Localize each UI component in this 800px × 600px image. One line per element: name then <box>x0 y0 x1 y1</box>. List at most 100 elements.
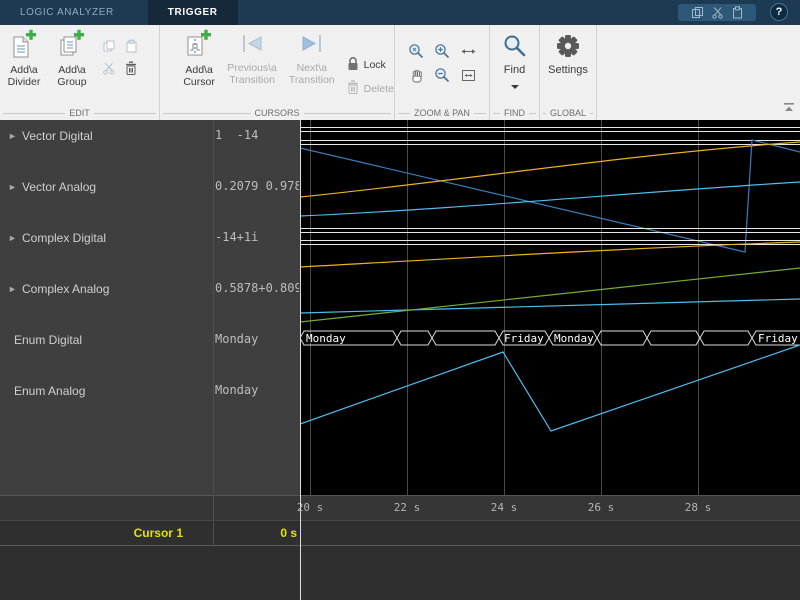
plot-canvas[interactable]: Monday Friday Monday Friday <box>300 120 800 495</box>
button-label: Delete <box>364 83 394 95</box>
copy-icon[interactable] <box>691 6 704 19</box>
channel-name: Enum Analog <box>14 384 85 398</box>
add-group-button[interactable]: Add\aGroup <box>48 29 96 88</box>
plot-left-edge[interactable] <box>300 120 301 600</box>
find-icon <box>502 46 528 63</box>
channel-name: Complex Analog <box>22 282 109 296</box>
titlebar: LOGIC ANALYZER TRIGGER ? <box>0 0 800 26</box>
svg-text:Friday: Friday <box>504 332 544 345</box>
trace-ramp-blue <box>300 140 800 252</box>
time-axis: 20 s 22 s 24 s 26 s 28 s <box>0 495 800 520</box>
trace-complex-analog-3 <box>300 268 800 322</box>
quick-access-toolbar <box>678 4 756 21</box>
channel-value: -14+1i <box>215 230 299 246</box>
expander-icon[interactable]: ► <box>8 233 18 243</box>
find-button[interactable]: Find <box>490 25 539 94</box>
time-tick-label: 22 s <box>387 501 427 514</box>
button-label: Lock <box>364 59 386 71</box>
trace-complex-analog-2 <box>300 299 800 313</box>
tab-logic-analyzer[interactable]: LOGIC ANALYZER <box>4 0 130 25</box>
channel-row-enum-digital[interactable]: Enum Digital <box>8 332 82 348</box>
time-tick-label: 28 s <box>678 501 718 514</box>
time-tick-label: 26 s <box>581 501 621 514</box>
channel-name: Enum Digital <box>14 333 82 347</box>
channel-row-vector-analog[interactable]: ► Vector Analog <box>8 179 96 195</box>
button-label: Previous\aTransition <box>222 62 282 86</box>
find-section: Find FIND <box>490 25 540 120</box>
add-cursor-button[interactable]: Add\aCursor <box>176 29 222 88</box>
time-tick-label: 20 s <box>290 501 330 514</box>
previous-transition-icon <box>237 29 267 61</box>
svg-text:Friday: Friday <box>758 332 798 345</box>
cut-icon[interactable] <box>711 6 724 19</box>
channel-name: Vector Analog <box>22 180 96 194</box>
fit-view-button[interactable] <box>455 63 481 87</box>
trace-complex-digital <box>300 229 800 245</box>
waveform-plot[interactable]: Monday Friday Monday Friday <box>300 120 800 495</box>
zoom-x-button[interactable] <box>403 39 429 63</box>
expander-icon[interactable]: ► <box>8 284 18 294</box>
button-label: Add\aGroup <box>48 64 96 88</box>
channel-row-complex-analog[interactable]: ► Complex Analog <box>8 281 109 297</box>
channel-value: Monday <box>215 383 299 399</box>
channel-row-complex-digital[interactable]: ►Complex Digital <box>8 230 106 246</box>
find-section-label: FIND <box>493 108 536 118</box>
channel-name: Vector Digital <box>22 129 93 143</box>
trace-vector-digital <box>300 128 800 145</box>
add-divider-icon <box>11 29 37 61</box>
copy-button[interactable] <box>98 35 120 57</box>
collapse-toolstrip-button[interactable] <box>783 99 795 117</box>
cursors-section: Add\aCursor Previous\aTransition Next\aT… <box>160 25 395 120</box>
trace-complex-analog-1 <box>300 242 800 267</box>
cursor-name: Cursor 1 <box>0 526 183 540</box>
waveform-area: ►Vector Digital ►Vector Analog ►Complex … <box>0 120 800 495</box>
delete-cursor-button[interactable]: Delete <box>346 79 394 98</box>
button-label: Add\aDivider <box>0 64 48 88</box>
tab-trigger[interactable]: TRIGGER <box>148 0 238 25</box>
gear-icon <box>555 46 581 63</box>
button-label: Next\aTransition <box>282 62 342 86</box>
clipboard-icon[interactable] <box>731 6 744 19</box>
pan-button[interactable] <box>403 63 429 87</box>
button-label: Add\aCursor <box>176 64 222 88</box>
help-button[interactable]: ? <box>770 3 788 21</box>
button-label: Find <box>490 64 539 76</box>
add-group-icon <box>59 29 85 61</box>
toolstrip: Add\aDivider Add\aGroup EDIT <box>0 25 800 120</box>
channel-value: 1 -14 <box>215 128 299 144</box>
chevron-down-icon <box>511 85 519 89</box>
previous-transition-button[interactable]: Previous\aTransition <box>222 29 282 86</box>
svg-text:Monday: Monday <box>306 332 346 345</box>
paste-button[interactable] <box>120 35 142 57</box>
zoom-in-button[interactable] <box>429 39 455 63</box>
zoom-out-button[interactable] <box>429 63 455 87</box>
expander-icon[interactable]: ► <box>8 182 18 192</box>
cut-button[interactable] <box>98 57 120 79</box>
expander-icon[interactable]: ► <box>8 131 18 141</box>
span-x-button[interactable] <box>455 39 481 63</box>
trace-enum-analog <box>300 345 800 431</box>
zoom-pan-section-label: ZOOM & PAN <box>398 108 486 118</box>
next-transition-icon <box>297 29 327 61</box>
logic-analyzer-window: LOGIC ANALYZER TRIGGER ? Add\aDivider <box>0 0 800 600</box>
add-divider-button[interactable]: Add\aDivider <box>0 29 48 88</box>
channel-row-enum-analog[interactable]: Enum Analog <box>8 383 85 399</box>
cursor-row: Cursor 1 0 s <box>0 520 800 545</box>
trace-vector-analog-2 <box>300 182 800 216</box>
channel-value: 0.2079 0.9781 <box>215 179 299 195</box>
bottom-panel <box>0 545 800 600</box>
trace-enum-digital <box>300 331 800 345</box>
next-transition-button[interactable]: Next\aTransition <box>282 29 342 86</box>
channel-row-vector-digital[interactable]: ► Vector Digital <box>8 128 93 144</box>
name-value-divider <box>213 120 214 545</box>
button-label: Settings <box>540 64 596 76</box>
cursors-section-label: CURSORS <box>163 108 391 118</box>
delete-button[interactable] <box>120 57 142 79</box>
lock-cursor-button[interactable]: Lock <box>346 55 394 74</box>
lock-icon <box>346 55 360 74</box>
zoom-pan-section: ZOOM & PAN <box>395 25 490 120</box>
svg-text:Monday: Monday <box>554 332 594 345</box>
time-tick-label: 24 s <box>484 501 524 514</box>
edit-section: Add\aDivider Add\aGroup EDIT <box>0 25 160 120</box>
settings-button[interactable]: Settings <box>540 25 596 76</box>
